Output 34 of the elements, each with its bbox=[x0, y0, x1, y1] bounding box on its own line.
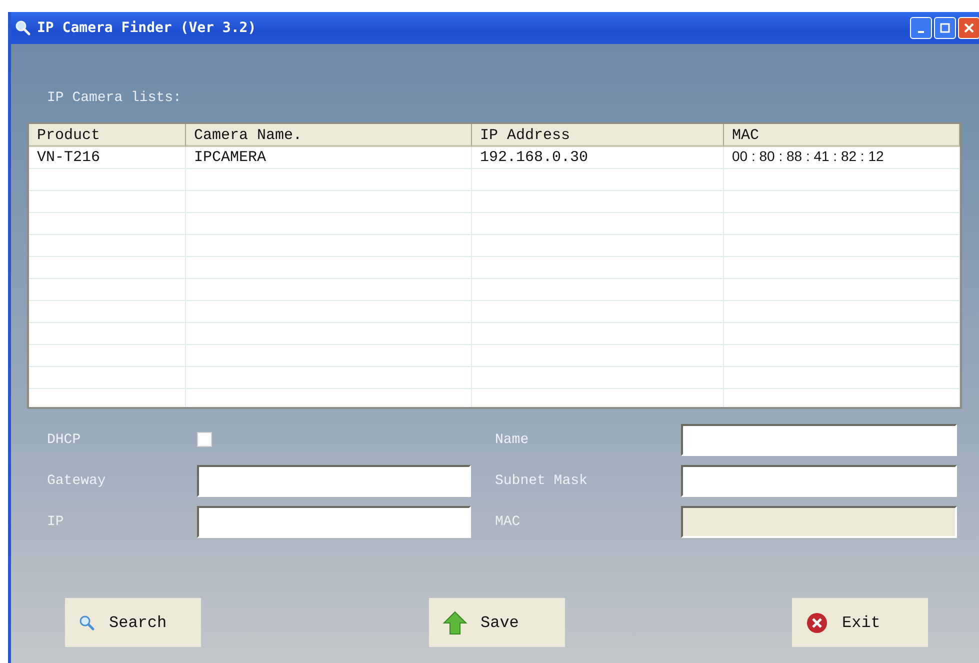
input-field[interactable] bbox=[681, 424, 957, 456]
minimize-icon bbox=[918, 31, 924, 33]
input-field[interactable] bbox=[197, 506, 471, 538]
column-header[interactable]: Camera Name. bbox=[186, 124, 472, 147]
dhcp-checkbox[interactable] bbox=[197, 432, 212, 447]
magnifier-icon bbox=[15, 20, 31, 36]
field-label: Subnet Mask bbox=[495, 472, 588, 488]
field-label: DHCP bbox=[46, 432, 82, 448]
window-title: IP Camera Finder (Ver 3.2) bbox=[37, 20, 256, 36]
table-cell: 00 : 80 : 88 : 41 : 82 : 12 bbox=[724, 147, 960, 169]
save-button[interactable]: Save bbox=[428, 598, 564, 647]
up-arrow-icon bbox=[442, 610, 466, 634]
close-icon bbox=[964, 23, 974, 33]
field-label: IP bbox=[46, 514, 65, 530]
table-cell: VN-T216 bbox=[29, 147, 186, 169]
minimize-button[interactable] bbox=[910, 17, 932, 39]
search-button[interactable]: Search bbox=[65, 598, 201, 647]
field-label: MAC bbox=[495, 514, 522, 530]
table-cell: IPCAMERA bbox=[186, 147, 472, 169]
search-icon bbox=[79, 614, 95, 630]
column-header[interactable]: Product bbox=[29, 124, 186, 147]
maximize-button[interactable] bbox=[934, 17, 956, 39]
table-cell: 192.168.0.30 bbox=[472, 147, 724, 169]
close-icon bbox=[806, 612, 828, 634]
input-field[interactable] bbox=[681, 464, 957, 496]
field-label: Gateway bbox=[46, 472, 107, 488]
exit-button[interactable]: Exit bbox=[792, 598, 928, 647]
column-header[interactable]: MAC bbox=[724, 124, 960, 147]
field-label: Name bbox=[495, 432, 530, 448]
list-label: IP Camera lists: bbox=[46, 89, 182, 108]
input-field[interactable] bbox=[197, 464, 471, 496]
column-header[interactable]: IP Address bbox=[472, 124, 724, 147]
maximize-icon bbox=[940, 23, 950, 33]
close-button[interactable] bbox=[958, 17, 979, 39]
